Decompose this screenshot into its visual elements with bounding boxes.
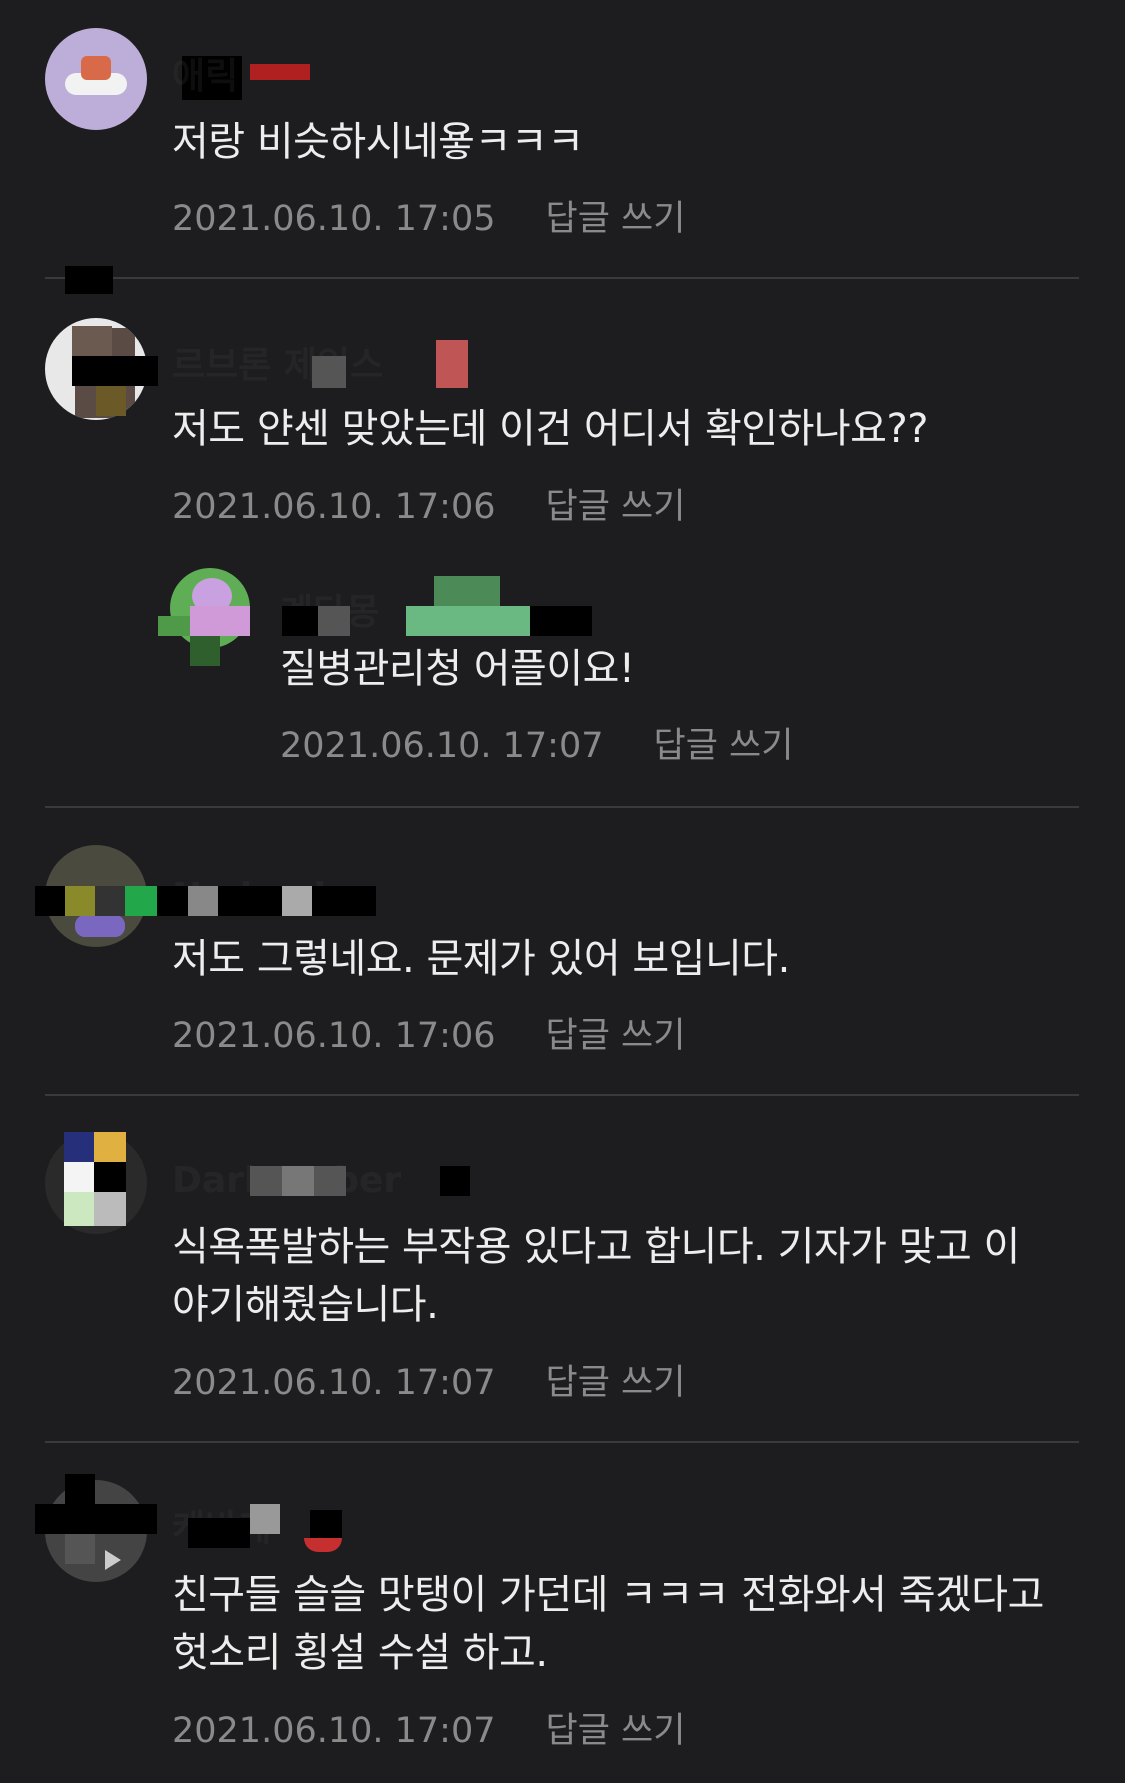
comment-date: 2021.06.10. 17:05 — [172, 199, 496, 239]
author-censor-block — [218, 886, 282, 916]
comment-date: 2021.06.10. 17:07 — [280, 726, 604, 766]
reply-button[interactable]: 답글 쓰기 — [546, 1711, 686, 1751]
author-censor-block — [188, 886, 218, 916]
comment-date: 2021.06.10. 17:06 — [172, 487, 496, 527]
author-censor-block — [312, 356, 346, 388]
avatar-censor-block — [190, 636, 220, 666]
author-badge-censor — [436, 340, 468, 388]
reply-button[interactable]: 답글 쓰기 — [546, 199, 686, 239]
avatar-censor-block — [65, 886, 95, 916]
comment-text: 저도 그렇네요. 문제가 있어 보입니다. — [172, 936, 790, 982]
comment-meta: 2021.06.10. 17:05 답글 쓰기 — [172, 198, 685, 240]
censor-block — [65, 266, 113, 294]
avatar-censor-block — [95, 886, 125, 916]
author-censor-block — [188, 1518, 250, 1548]
comment-date: 2021.06.10. 17:07 — [172, 1711, 496, 1751]
avatar-censor-block — [96, 386, 126, 416]
comment-meta: 2021.06.10. 17:06 답글 쓰기 — [172, 486, 685, 528]
author-badge-censor — [312, 886, 376, 916]
author-badge-censor — [530, 606, 592, 636]
comment-meta: 2021.06.10. 17:06 답글 쓰기 — [172, 1015, 685, 1057]
reply-button[interactable]: 답글 쓰기 — [654, 726, 794, 766]
comment-text: 질병관리청 어플이요! — [280, 646, 635, 692]
reply-button[interactable]: 답글 쓰기 — [546, 487, 686, 527]
comment-text: 저랑 비슷하시네욯ㅋㅋㅋ — [172, 119, 584, 165]
author-censor-block — [250, 1166, 282, 1196]
divider — [45, 806, 1079, 808]
author-censor-block — [314, 1166, 346, 1196]
divider — [45, 277, 1079, 279]
author-name[interactable]: 애릭 — [172, 56, 238, 98]
avatar-censor-block — [65, 1474, 95, 1504]
comment-date: 2021.06.10. 17:06 — [172, 1016, 496, 1056]
avatar-censor-block — [72, 326, 112, 356]
comment-date: 2021.06.10. 17:07 — [172, 1363, 496, 1403]
comment-text: 저도 얀센 맞았는데 이건 어디서 확인하나요?? — [172, 406, 928, 452]
author-badge-censor — [406, 606, 530, 636]
author-badge-censor — [310, 1510, 342, 1540]
avatar-censor-block — [158, 616, 190, 636]
avatar-censor-block — [64, 1132, 94, 1162]
divider — [45, 1094, 1079, 1096]
avatar-censor-block — [64, 1192, 94, 1226]
reply-button[interactable]: 답글 쓰기 — [546, 1016, 686, 1056]
author-censor-block — [318, 606, 350, 636]
comment-meta: 2021.06.10. 17:07 답글 쓰기 — [172, 1710, 685, 1752]
comment-text: 친구들 슬슬 맛탱이 가던데 ㅋㅋㅋ 전화와서 죽겠다고 헛소리 횡설 수설 하… — [172, 1572, 1044, 1676]
avatar-censor-block — [65, 1534, 95, 1564]
author-censor-block — [250, 64, 310, 80]
avatar-censor-block — [94, 1192, 126, 1226]
avatar-censor-block — [94, 1162, 126, 1192]
avatar-censor-block — [35, 1504, 157, 1534]
author-name[interactable]: 르브론 제임스 — [172, 345, 383, 387]
avatar-censor-block — [72, 356, 158, 386]
author-censor-block — [282, 886, 312, 916]
author-censor-block — [282, 1166, 314, 1196]
author-badge-censor — [304, 1538, 342, 1552]
avatar[interactable] — [45, 28, 147, 130]
avatar-censor-block — [190, 606, 250, 636]
comment-meta: 2021.06.10. 17:07 답글 쓰기 — [280, 725, 793, 767]
avatar-censor-block — [64, 1162, 94, 1192]
comment-text: 식욕폭발하는 부작용 있다고 합니다. 기자가 맞고 이야기해줬습니다. — [172, 1224, 1020, 1328]
avatar-censor-block — [94, 1132, 126, 1162]
divider — [45, 1441, 1079, 1443]
author-censor-block — [250, 1504, 280, 1534]
comment-meta: 2021.06.10. 17:07 답글 쓰기 — [172, 1362, 685, 1404]
avatar-censor-block — [35, 886, 65, 916]
author-badge-censor — [440, 1166, 470, 1196]
reply-button[interactable]: 답글 쓰기 — [546, 1363, 686, 1403]
avatar-censor-block — [125, 886, 157, 916]
